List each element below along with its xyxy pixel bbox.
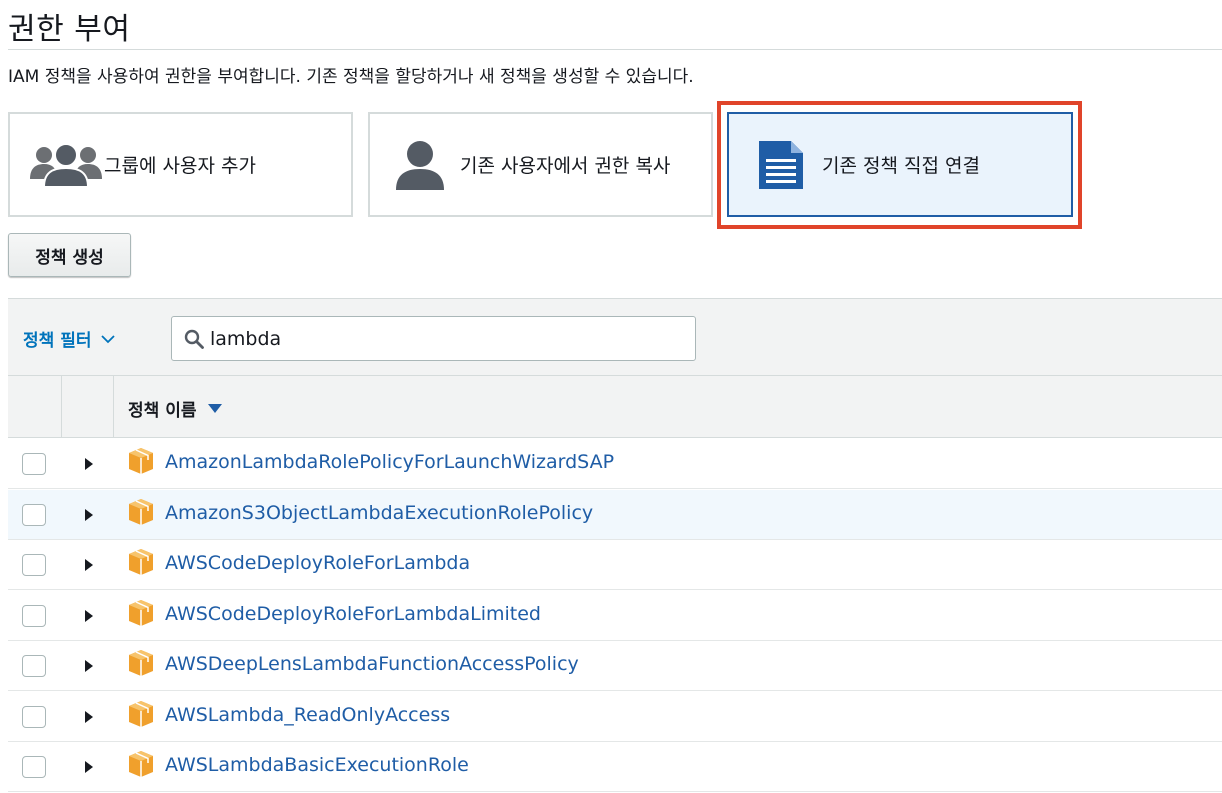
package-icon [129,448,153,474]
table-row: AmazonLambdaRolePolicyForLaunchWizardSAP [8,439,1222,489]
package-icon [129,499,153,525]
row-checkbox[interactable] [22,655,46,677]
policy-name-link[interactable]: AmazonS3ObjectLambdaExecutionRolePolicy [165,502,593,524]
page-title: 권한 부여 [8,12,131,47]
title-divider [8,49,1222,50]
package-icon [129,701,153,727]
package-icon [129,549,153,575]
user-group-icon [30,142,102,188]
policy-name-link[interactable]: AWSCodeDeployRoleForLambdaLimited [165,603,541,625]
expand-arrow-icon[interactable] [84,509,94,521]
column-header-label: 정책 이름 [128,401,197,421]
row-checkbox[interactable] [22,504,46,526]
filter-bar: 정책 필터 [8,298,1222,375]
row-checkbox[interactable] [22,605,46,627]
column-divider [113,376,114,438]
search-icon [184,329,204,349]
option-label: 그룹에 사용자 추가 [104,155,256,177]
option-copy-from-user[interactable]: 기존 사용자에서 권한 복사 [368,112,713,217]
user-icon [396,140,444,190]
expand-arrow-icon[interactable] [84,761,94,773]
table-row: AmazonS3ObjectLambdaExecutionRolePolicy [8,490,1222,540]
option-label: 기존 정책 직접 연결 [822,155,980,177]
expand-arrow-icon[interactable] [84,458,94,470]
expand-arrow-icon[interactable] [84,711,94,723]
table-row: AWSDeepLensLambdaFunctionAccessPolicy [8,641,1222,691]
create-policy-button[interactable]: 정책 생성 [8,233,131,277]
search-box [171,316,696,361]
search-input[interactable] [210,327,690,350]
table-row: AWSLambdaBasicExecutionRole [8,742,1222,792]
expand-arrow-icon[interactable] [84,660,94,672]
table-row: AWSLambda_ReadOnlyAccess [8,692,1222,742]
row-checkbox[interactable] [22,453,46,475]
sort-descending-icon [208,404,223,413]
policy-name-link[interactable]: AWSLambdaBasicExecutionRole [165,754,469,776]
package-icon [129,751,153,777]
row-checkbox[interactable] [22,706,46,728]
expand-arrow-icon[interactable] [84,559,94,571]
policy-filter-label: 정책 필터 [23,331,92,351]
table-row: AWSCodeDeployRoleForLambdaLimited [8,591,1222,641]
policy-filter-dropdown[interactable]: 정책 필터 [23,326,116,351]
policy-name-link[interactable]: AWSDeepLensLambdaFunctionAccessPolicy [165,653,579,675]
column-divider [61,376,62,438]
row-checkbox[interactable] [22,554,46,576]
column-header-policy-name[interactable]: 정책 이름 [128,396,223,421]
table-header: 정책 이름 [8,375,1222,438]
expand-arrow-icon[interactable] [84,610,94,622]
policy-name-link[interactable]: AmazonLambdaRolePolicyForLaunchWizardSAP [165,451,614,473]
package-icon [129,600,153,626]
table-row: AWSCodeDeployRoleForLambda [8,540,1222,590]
package-icon [129,650,153,676]
option-add-user-to-group[interactable]: 그룹에 사용자 추가 [8,112,353,217]
policy-name-link[interactable]: AWSLambda_ReadOnlyAccess [165,704,450,726]
page-description: IAM 정책을 사용하여 권한을 부여합니다. 기존 정책을 할당하거나 새 정… [8,67,694,87]
option-label: 기존 사용자에서 권한 복사 [460,155,671,177]
document-icon [759,140,803,189]
row-checkbox[interactable] [22,756,46,778]
option-attach-existing-policy[interactable]: 기존 정책 직접 연결 [727,112,1073,217]
chevron-down-icon [101,334,116,343]
policy-name-link[interactable]: AWSCodeDeployRoleForLambda [165,552,470,574]
